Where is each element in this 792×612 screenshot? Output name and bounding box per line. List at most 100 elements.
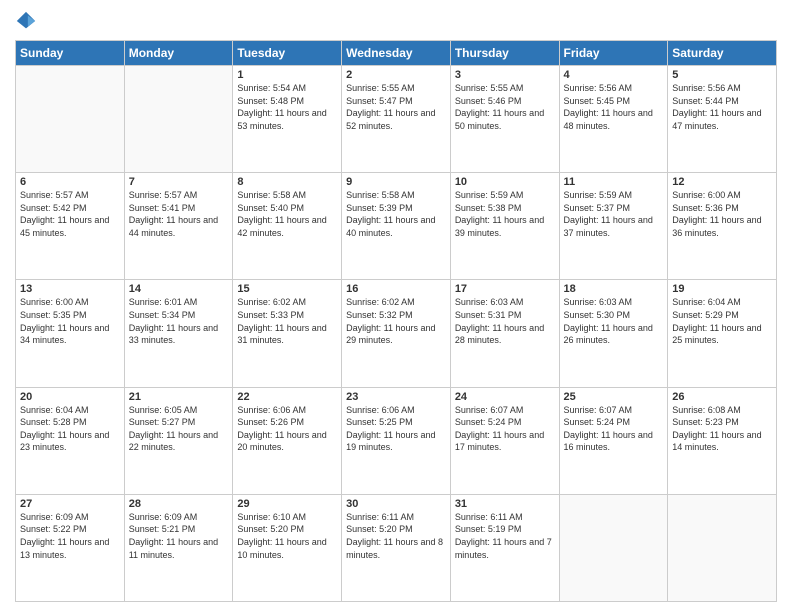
calendar-cell: 20Sunrise: 6:04 AM Sunset: 5:28 PM Dayli… — [16, 387, 125, 494]
day-number: 6 — [20, 176, 120, 188]
day-info: Sunrise: 6:04 AM Sunset: 5:28 PM Dayligh… — [20, 404, 120, 454]
day-number: 4 — [564, 69, 664, 81]
day-number: 7 — [129, 176, 229, 188]
calendar-cell: 31Sunrise: 6:11 AM Sunset: 5:19 PM Dayli… — [450, 494, 559, 601]
day-info: Sunrise: 6:09 AM Sunset: 5:21 PM Dayligh… — [129, 511, 229, 561]
calendar-cell: 7Sunrise: 5:57 AM Sunset: 5:41 PM Daylig… — [124, 173, 233, 280]
weekday-header-row: SundayMondayTuesdayWednesdayThursdayFrid… — [16, 41, 777, 66]
day-info: Sunrise: 5:54 AM Sunset: 5:48 PM Dayligh… — [237, 82, 337, 132]
day-info: Sunrise: 5:57 AM Sunset: 5:42 PM Dayligh… — [20, 189, 120, 239]
day-number: 26 — [672, 391, 772, 403]
week-row-3: 20Sunrise: 6:04 AM Sunset: 5:28 PM Dayli… — [16, 387, 777, 494]
calendar-cell: 12Sunrise: 6:00 AM Sunset: 5:36 PM Dayli… — [668, 173, 777, 280]
week-row-1: 6Sunrise: 5:57 AM Sunset: 5:42 PM Daylig… — [16, 173, 777, 280]
day-number: 24 — [455, 391, 555, 403]
calendar-cell: 19Sunrise: 6:04 AM Sunset: 5:29 PM Dayli… — [668, 280, 777, 387]
day-number: 31 — [455, 498, 555, 510]
calendar-cell — [668, 494, 777, 601]
day-info: Sunrise: 5:58 AM Sunset: 5:40 PM Dayligh… — [237, 189, 337, 239]
day-info: Sunrise: 6:06 AM Sunset: 5:26 PM Dayligh… — [237, 404, 337, 454]
calendar-cell: 2Sunrise: 5:55 AM Sunset: 5:47 PM Daylig… — [342, 66, 451, 173]
calendar-cell — [124, 66, 233, 173]
calendar-cell: 17Sunrise: 6:03 AM Sunset: 5:31 PM Dayli… — [450, 280, 559, 387]
calendar-cell: 18Sunrise: 6:03 AM Sunset: 5:30 PM Dayli… — [559, 280, 668, 387]
day-info: Sunrise: 5:58 AM Sunset: 5:39 PM Dayligh… — [346, 189, 446, 239]
calendar-cell: 14Sunrise: 6:01 AM Sunset: 5:34 PM Dayli… — [124, 280, 233, 387]
day-info: Sunrise: 6:00 AM Sunset: 5:36 PM Dayligh… — [672, 189, 772, 239]
day-number: 20 — [20, 391, 120, 403]
day-number: 8 — [237, 176, 337, 188]
day-number: 9 — [346, 176, 446, 188]
day-info: Sunrise: 6:01 AM Sunset: 5:34 PM Dayligh… — [129, 296, 229, 346]
day-info: Sunrise: 6:04 AM Sunset: 5:29 PM Dayligh… — [672, 296, 772, 346]
calendar-cell — [16, 66, 125, 173]
day-number: 16 — [346, 283, 446, 295]
day-info: Sunrise: 5:57 AM Sunset: 5:41 PM Dayligh… — [129, 189, 229, 239]
day-number: 21 — [129, 391, 229, 403]
day-info: Sunrise: 5:55 AM Sunset: 5:46 PM Dayligh… — [455, 82, 555, 132]
day-number: 14 — [129, 283, 229, 295]
calendar-cell: 26Sunrise: 6:08 AM Sunset: 5:23 PM Dayli… — [668, 387, 777, 494]
day-number: 25 — [564, 391, 664, 403]
calendar-cell: 28Sunrise: 6:09 AM Sunset: 5:21 PM Dayli… — [124, 494, 233, 601]
weekday-header-sunday: Sunday — [16, 41, 125, 66]
day-number: 11 — [564, 176, 664, 188]
weekday-header-saturday: Saturday — [668, 41, 777, 66]
day-info: Sunrise: 5:59 AM Sunset: 5:38 PM Dayligh… — [455, 189, 555, 239]
calendar-table: SundayMondayTuesdayWednesdayThursdayFrid… — [15, 40, 777, 602]
day-number: 18 — [564, 283, 664, 295]
day-info: Sunrise: 6:08 AM Sunset: 5:23 PM Dayligh… — [672, 404, 772, 454]
calendar-cell: 22Sunrise: 6:06 AM Sunset: 5:26 PM Dayli… — [233, 387, 342, 494]
day-info: Sunrise: 6:07 AM Sunset: 5:24 PM Dayligh… — [564, 404, 664, 454]
day-number: 13 — [20, 283, 120, 295]
day-info: Sunrise: 6:07 AM Sunset: 5:24 PM Dayligh… — [455, 404, 555, 454]
day-number: 2 — [346, 69, 446, 81]
day-number: 17 — [455, 283, 555, 295]
logo — [15, 10, 41, 32]
calendar-cell: 11Sunrise: 5:59 AM Sunset: 5:37 PM Dayli… — [559, 173, 668, 280]
day-info: Sunrise: 5:56 AM Sunset: 5:44 PM Dayligh… — [672, 82, 772, 132]
calendar-cell: 5Sunrise: 5:56 AM Sunset: 5:44 PM Daylig… — [668, 66, 777, 173]
day-info: Sunrise: 6:06 AM Sunset: 5:25 PM Dayligh… — [346, 404, 446, 454]
weekday-header-monday: Monday — [124, 41, 233, 66]
day-number: 12 — [672, 176, 772, 188]
day-number: 27 — [20, 498, 120, 510]
day-info: Sunrise: 6:03 AM Sunset: 5:31 PM Dayligh… — [455, 296, 555, 346]
day-info: Sunrise: 5:55 AM Sunset: 5:47 PM Dayligh… — [346, 82, 446, 132]
calendar-cell: 15Sunrise: 6:02 AM Sunset: 5:33 PM Dayli… — [233, 280, 342, 387]
calendar-cell: 27Sunrise: 6:09 AM Sunset: 5:22 PM Dayli… — [16, 494, 125, 601]
weekday-header-wednesday: Wednesday — [342, 41, 451, 66]
day-info: Sunrise: 6:09 AM Sunset: 5:22 PM Dayligh… — [20, 511, 120, 561]
calendar-cell: 1Sunrise: 5:54 AM Sunset: 5:48 PM Daylig… — [233, 66, 342, 173]
calendar-cell: 23Sunrise: 6:06 AM Sunset: 5:25 PM Dayli… — [342, 387, 451, 494]
header — [15, 10, 777, 32]
logo-icon — [15, 10, 37, 32]
day-info: Sunrise: 6:02 AM Sunset: 5:33 PM Dayligh… — [237, 296, 337, 346]
day-number: 23 — [346, 391, 446, 403]
day-info: Sunrise: 6:02 AM Sunset: 5:32 PM Dayligh… — [346, 296, 446, 346]
day-info: Sunrise: 6:03 AM Sunset: 5:30 PM Dayligh… — [564, 296, 664, 346]
page: SundayMondayTuesdayWednesdayThursdayFrid… — [0, 0, 792, 612]
day-number: 5 — [672, 69, 772, 81]
calendar-cell: 25Sunrise: 6:07 AM Sunset: 5:24 PM Dayli… — [559, 387, 668, 494]
calendar-cell: 21Sunrise: 6:05 AM Sunset: 5:27 PM Dayli… — [124, 387, 233, 494]
weekday-header-friday: Friday — [559, 41, 668, 66]
week-row-4: 27Sunrise: 6:09 AM Sunset: 5:22 PM Dayli… — [16, 494, 777, 601]
calendar-cell: 30Sunrise: 6:11 AM Sunset: 5:20 PM Dayli… — [342, 494, 451, 601]
calendar-cell: 9Sunrise: 5:58 AM Sunset: 5:39 PM Daylig… — [342, 173, 451, 280]
day-info: Sunrise: 5:56 AM Sunset: 5:45 PM Dayligh… — [564, 82, 664, 132]
day-number: 15 — [237, 283, 337, 295]
calendar-cell: 29Sunrise: 6:10 AM Sunset: 5:20 PM Dayli… — [233, 494, 342, 601]
day-number: 29 — [237, 498, 337, 510]
week-row-2: 13Sunrise: 6:00 AM Sunset: 5:35 PM Dayli… — [16, 280, 777, 387]
day-number: 1 — [237, 69, 337, 81]
day-info: Sunrise: 6:10 AM Sunset: 5:20 PM Dayligh… — [237, 511, 337, 561]
day-number: 10 — [455, 176, 555, 188]
calendar-cell: 4Sunrise: 5:56 AM Sunset: 5:45 PM Daylig… — [559, 66, 668, 173]
week-row-0: 1Sunrise: 5:54 AM Sunset: 5:48 PM Daylig… — [16, 66, 777, 173]
weekday-header-tuesday: Tuesday — [233, 41, 342, 66]
day-number: 3 — [455, 69, 555, 81]
weekday-header-thursday: Thursday — [450, 41, 559, 66]
calendar-cell: 16Sunrise: 6:02 AM Sunset: 5:32 PM Dayli… — [342, 280, 451, 387]
day-number: 30 — [346, 498, 446, 510]
